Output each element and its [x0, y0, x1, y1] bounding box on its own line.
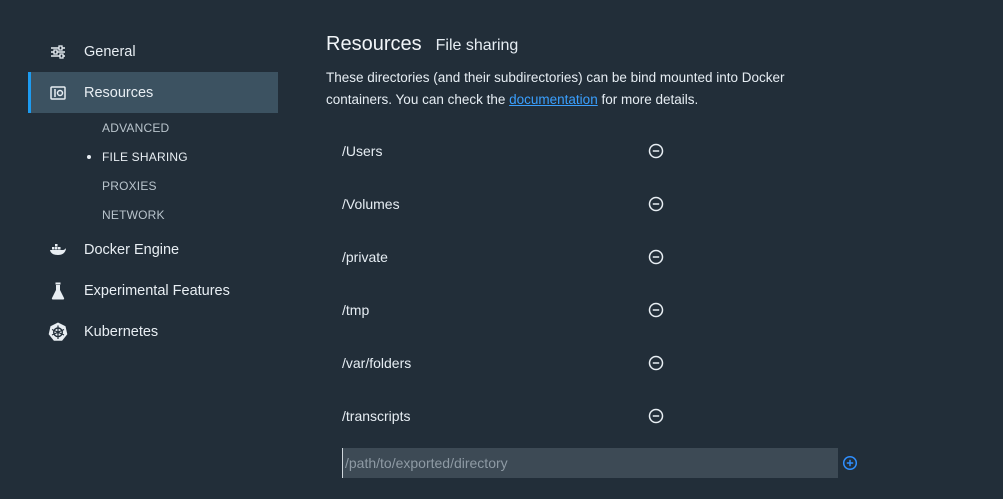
- sidebar-item-kubernetes[interactable]: Kubernetes: [28, 311, 278, 352]
- kubernetes-helm-icon: [48, 322, 68, 342]
- minus-circle-icon: [648, 302, 664, 318]
- directory-row: /transcripts: [342, 404, 664, 428]
- directory-path: /tmp: [342, 302, 370, 318]
- directory-row: /Users: [342, 139, 664, 163]
- subnav-item-file-sharing[interactable]: FILE SHARING: [102, 148, 188, 166]
- flask-icon: [48, 281, 68, 301]
- sidebar-item-experimental-features[interactable]: Experimental Features: [28, 270, 278, 311]
- directory-path-input[interactable]: [342, 448, 838, 478]
- sidebar-item-label: Resources: [84, 84, 154, 101]
- documentation-link[interactable]: documentation: [509, 92, 598, 107]
- file-sharing-panel: Resources File sharing These directories…: [326, 0, 1003, 499]
- page-subtitle: File sharing: [435, 37, 519, 54]
- description-text: These directories (and their subdirector…: [326, 67, 846, 111]
- directory-row: /private: [342, 245, 664, 269]
- directory-path: /transcripts: [342, 408, 411, 424]
- directory-row: /Volumes: [342, 192, 664, 216]
- add-directory-button[interactable]: [842, 455, 858, 471]
- sidebar-item-label: Experimental Features: [84, 282, 230, 299]
- description-after: for more details.: [597, 92, 699, 107]
- page-header: Resources File sharing: [326, 33, 518, 56]
- docker-whale-icon: [48, 240, 68, 260]
- sidebar-item-general[interactable]: General: [28, 31, 278, 72]
- directory-path: /Users: [342, 143, 383, 159]
- docker-preferences-window: General Resources ADVANCED FILE SHARING …: [0, 0, 1003, 499]
- minus-circle-icon: [648, 196, 664, 212]
- remove-directory-button[interactable]: [648, 355, 664, 371]
- sidebar-item-label: Docker Engine: [84, 241, 180, 258]
- resources-icon: [48, 83, 68, 103]
- sidebar-item-docker-engine[interactable]: Docker Engine: [28, 229, 278, 270]
- directory-row: /tmp: [342, 298, 664, 322]
- sidebar-item-label: General: [84, 43, 136, 60]
- sliders-icon: [48, 42, 68, 62]
- subnav-item-network[interactable]: NETWORK: [102, 206, 165, 224]
- subnav-item-advanced[interactable]: ADVANCED: [102, 119, 169, 137]
- sidebar: General Resources ADVANCED FILE SHARING …: [0, 0, 300, 499]
- directory-path: /Volumes: [342, 196, 400, 212]
- directory-path: /private: [342, 249, 388, 265]
- remove-directory-button[interactable]: [648, 143, 664, 159]
- subnav-item-proxies[interactable]: PROXIES: [102, 177, 157, 195]
- sidebar-item-resources[interactable]: Resources: [28, 72, 278, 113]
- minus-circle-icon: [648, 355, 664, 371]
- current-indicator-dot: [87, 155, 91, 159]
- minus-circle-icon: [648, 408, 664, 424]
- remove-directory-button[interactable]: [648, 408, 664, 424]
- minus-circle-icon: [648, 143, 664, 159]
- page-title: Resources: [326, 33, 422, 55]
- remove-directory-button[interactable]: [648, 196, 664, 212]
- remove-directory-button[interactable]: [648, 302, 664, 318]
- remove-directory-button[interactable]: [648, 249, 664, 265]
- directory-path: /var/folders: [342, 355, 412, 371]
- sidebar-item-label: Kubernetes: [84, 323, 159, 340]
- directory-row: /var/folders: [342, 351, 664, 375]
- minus-circle-icon: [648, 249, 664, 265]
- plus-circle-icon: [842, 455, 858, 471]
